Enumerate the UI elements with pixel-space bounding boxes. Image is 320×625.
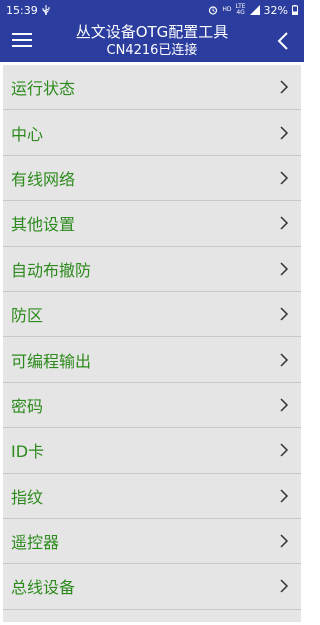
menu-item-zones[interactable]: 防区 [3, 292, 301, 338]
chevron-left-icon[interactable] [274, 30, 294, 52]
lte-badge: LTE 4G [236, 4, 246, 16]
chevron-right-icon [280, 216, 289, 230]
status-time: 15:39 [6, 3, 38, 17]
menu-item-label: 遥控器 [11, 533, 60, 553]
menu-item-id-card[interactable]: ID卡 [3, 428, 301, 474]
network-label: 4G [236, 9, 245, 16]
menu-item-remote-control[interactable]: 遥控器 [3, 519, 301, 565]
menu-item-center[interactable]: 中心 [3, 110, 301, 156]
menu-item-other-settings[interactable]: 其他设置 [3, 201, 301, 247]
menu-item-label: 自动布撤防 [11, 260, 92, 280]
menu-item-label: 其他设置 [11, 215, 76, 235]
menu-item-label: 防区 [11, 306, 44, 326]
hd-badge: HD [222, 6, 232, 13]
menu-item-fingerprint[interactable]: 指纹 [3, 474, 301, 519]
status-bar: 15:39 HD LTE 4G 32% [0, 0, 304, 20]
page-title: 丛文设备OTG配置工具 [75, 23, 229, 41]
chevron-right-icon [280, 579, 289, 594]
chevron-right-icon [280, 534, 289, 548]
chevron-right-icon [280, 80, 289, 94]
app-bar: 丛文设备OTG配置工具 CN4216已连接 [0, 20, 304, 62]
settings-menu-list: 运行状态 中心 有线网络 其他设置 自动布撤防 防区 可编程输出 密码 ID卡 … [3, 65, 301, 622]
signal-icon [249, 5, 260, 15]
menu-item-label: 密码 [11, 396, 44, 416]
chevron-right-icon [280, 171, 289, 185]
menu-item-password[interactable]: 密码 [3, 383, 301, 429]
menu-item-running-status[interactable]: 运行状态 [3, 65, 301, 111]
battery-level: 32% [263, 3, 288, 17]
menu-item-label: 指纹 [11, 487, 44, 507]
menu-item-bus-devices[interactable]: 总线设备 [3, 564, 301, 610]
chevron-right-icon [280, 353, 289, 367]
menu-item-auto-arm-disarm[interactable]: 自动布撤防 [3, 247, 301, 292]
hamburger-menu-icon[interactable] [12, 30, 32, 50]
chevron-right-icon [280, 262, 289, 276]
connection-status: CN4216已连接 [106, 43, 198, 58]
menu-item-wired-network[interactable]: 有线网络 [3, 156, 301, 202]
menu-item-label: 可编程输出 [11, 351, 92, 371]
chevron-right-icon [280, 126, 289, 140]
battery-icon [292, 5, 298, 15]
app-bar-titles: 丛文设备OTG配置工具 CN4216已连接 [40, 23, 264, 59]
chevron-right-icon [280, 307, 289, 321]
menu-item-label: ID卡 [11, 442, 45, 462]
chevron-right-icon [280, 443, 289, 457]
menu-item-label: 总线设备 [11, 578, 76, 598]
menu-item-label: 有线网络 [11, 169, 76, 189]
menu-item-label: 中心 [11, 124, 44, 144]
chevron-right-icon [280, 398, 289, 412]
usb-icon [42, 5, 50, 15]
chevron-right-icon [280, 489, 289, 503]
menu-item-label: 运行状态 [11, 79, 76, 99]
menu-item-programmable-output[interactable]: 可编程输出 [3, 337, 301, 383]
alarm-icon [208, 5, 218, 15]
